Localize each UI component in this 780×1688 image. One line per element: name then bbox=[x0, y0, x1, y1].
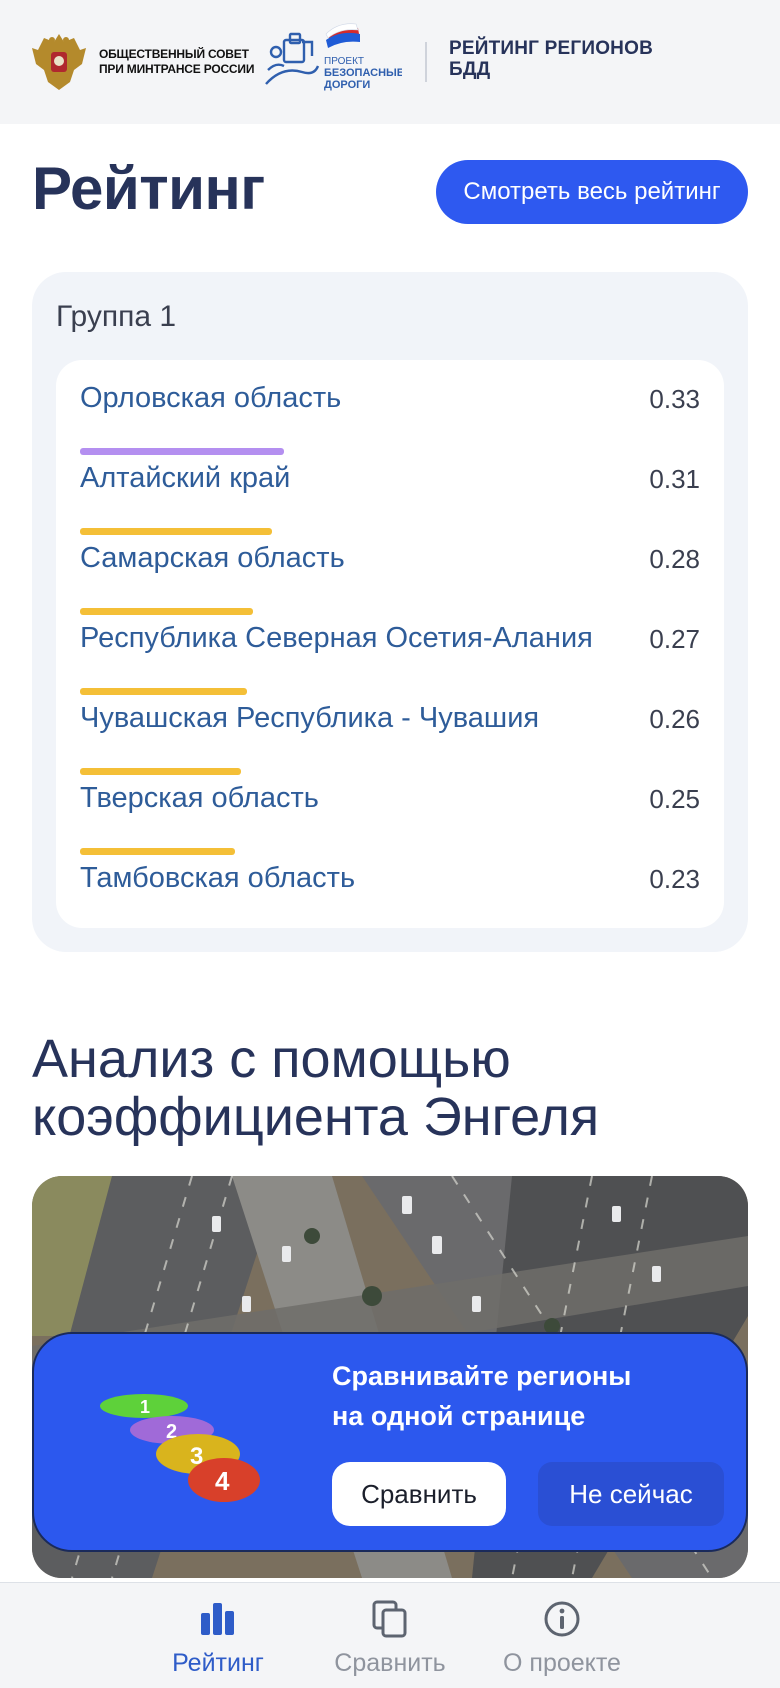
not-now-button[interactable]: Не сейчас bbox=[538, 1462, 724, 1526]
compare-banner: 1 2 3 4 Сравнивайте регионы на одной стр… bbox=[32, 1332, 748, 1552]
group-title: Группа 1 bbox=[56, 300, 177, 333]
numbered-chips-illustration: 1 2 3 4 bbox=[100, 1394, 260, 1502]
region-score: 0.23 bbox=[649, 864, 700, 894]
engel-title-line1: Анализ с помощью bbox=[32, 1029, 511, 1089]
region-score: 0.33 bbox=[649, 384, 700, 414]
rating-list: Орловская область 0.33 Алтайский край 0.… bbox=[56, 360, 724, 928]
russian-emblem-logo bbox=[32, 34, 86, 90]
nav-label-rating: Рейтинг bbox=[172, 1649, 264, 1677]
compare-button[interactable]: Сравнить bbox=[332, 1462, 506, 1526]
engel-title-line2: коэффициента Энгеля bbox=[32, 1087, 600, 1147]
rating-row-chuvashia[interactable]: Чувашская Республика - Чувашия 0.26 bbox=[80, 688, 700, 775]
rating-row-north-ossetia[interactable]: Республика Северная Осетия-Алания 0.27 bbox=[80, 608, 700, 695]
compare-banner-text: Сравнивайте регионы на одной странице bbox=[332, 1356, 732, 1436]
region-score: 0.31 bbox=[649, 464, 700, 494]
org-name-line1: ОБЩЕСТВЕННЫЙ СОВЕТ bbox=[99, 47, 249, 61]
view-all-rating-button[interactable]: Смотреть весь рейтинг bbox=[436, 160, 748, 224]
region-score: 0.27 bbox=[649, 624, 700, 654]
bar-chart-icon bbox=[201, 1603, 234, 1635]
app-header: ОБЩЕСТВЕННЫЙ СОВЕТ ПРИ МИНТРАНСЕ РОССИИ … bbox=[0, 0, 780, 124]
svg-text:1: 1 bbox=[140, 1397, 150, 1417]
rating-title: Рейтинг bbox=[32, 155, 265, 222]
nav-item-about[interactable]: О проекте bbox=[482, 1583, 642, 1688]
region-name[interactable]: Тамбовская область bbox=[80, 862, 355, 895]
svg-text:ПРОЕКТ: ПРОЕКТ bbox=[324, 56, 364, 67]
safe-roads-project-logo: ПРОЕКТ БЕЗОПАСНЫЕ ДОРОГИ bbox=[265, 23, 402, 91]
nav-label-about: О проекте bbox=[503, 1649, 621, 1677]
region-name[interactable]: Самарская область bbox=[80, 542, 345, 575]
copy-icon bbox=[372, 1600, 407, 1638]
header-divider bbox=[425, 42, 427, 82]
engel-section-title: Анализ с помощью коэффициента Энгеля bbox=[32, 1030, 599, 1146]
group-card: Группа 1 Орловская область 0.33 Алтайски… bbox=[32, 272, 748, 952]
region-score: 0.28 bbox=[649, 544, 700, 574]
region-name[interactable]: Алтайский край bbox=[80, 462, 290, 495]
org-name-line2: ПРИ МИНТРАНСЕ РОССИИ bbox=[99, 62, 255, 76]
info-icon bbox=[544, 1601, 580, 1637]
svg-text:ДОРОГИ: ДОРОГИ bbox=[324, 79, 370, 91]
region-score: 0.26 bbox=[649, 704, 700, 734]
region-score: 0.25 bbox=[649, 784, 700, 814]
svg-text:4: 4 bbox=[215, 1466, 230, 1496]
region-name[interactable]: Орловская область bbox=[80, 382, 341, 415]
region-name[interactable]: Тверская область bbox=[80, 782, 319, 815]
banner-text-line1: Сравнивайте регионы bbox=[332, 1361, 632, 1391]
org-name: ОБЩЕСТВЕННЫЙ СОВЕТ ПРИ МИНТРАНСЕ РОССИИ bbox=[99, 47, 254, 77]
header-title-line2: БДД bbox=[449, 59, 491, 80]
rating-row-tver[interactable]: Тверская область 0.25 bbox=[80, 768, 700, 855]
nav-label-compare: Сравнить bbox=[334, 1649, 446, 1677]
rating-row-samara[interactable]: Самарская область 0.28 bbox=[80, 528, 700, 615]
region-name[interactable]: Чувашская Республика - Чувашия bbox=[80, 702, 539, 735]
banner-text-line2: на одной странице bbox=[332, 1401, 586, 1431]
nav-item-compare[interactable]: Сравнить bbox=[310, 1583, 470, 1688]
region-name[interactable]: Республика Северная Осетия-Алания bbox=[80, 622, 593, 655]
header-title: РЕЙТИНГ РЕГИОНОВ БДД bbox=[449, 38, 653, 80]
rating-row-orel[interactable]: Орловская область 0.33 bbox=[80, 368, 700, 455]
nav-item-rating[interactable]: Рейтинг bbox=[138, 1583, 298, 1688]
svg-text:БЕЗОПАСНЫЕ: БЕЗОПАСНЫЕ bbox=[324, 67, 402, 79]
bottom-navigation: Рейтинг Сравнить О проекте bbox=[0, 1582, 780, 1688]
header-title-line1: РЕЙТИНГ РЕГИОНОВ bbox=[449, 38, 654, 59]
rating-row-tambov[interactable]: Тамбовская область 0.23 bbox=[80, 848, 700, 928]
rating-row-altai[interactable]: Алтайский край 0.31 bbox=[80, 448, 700, 535]
